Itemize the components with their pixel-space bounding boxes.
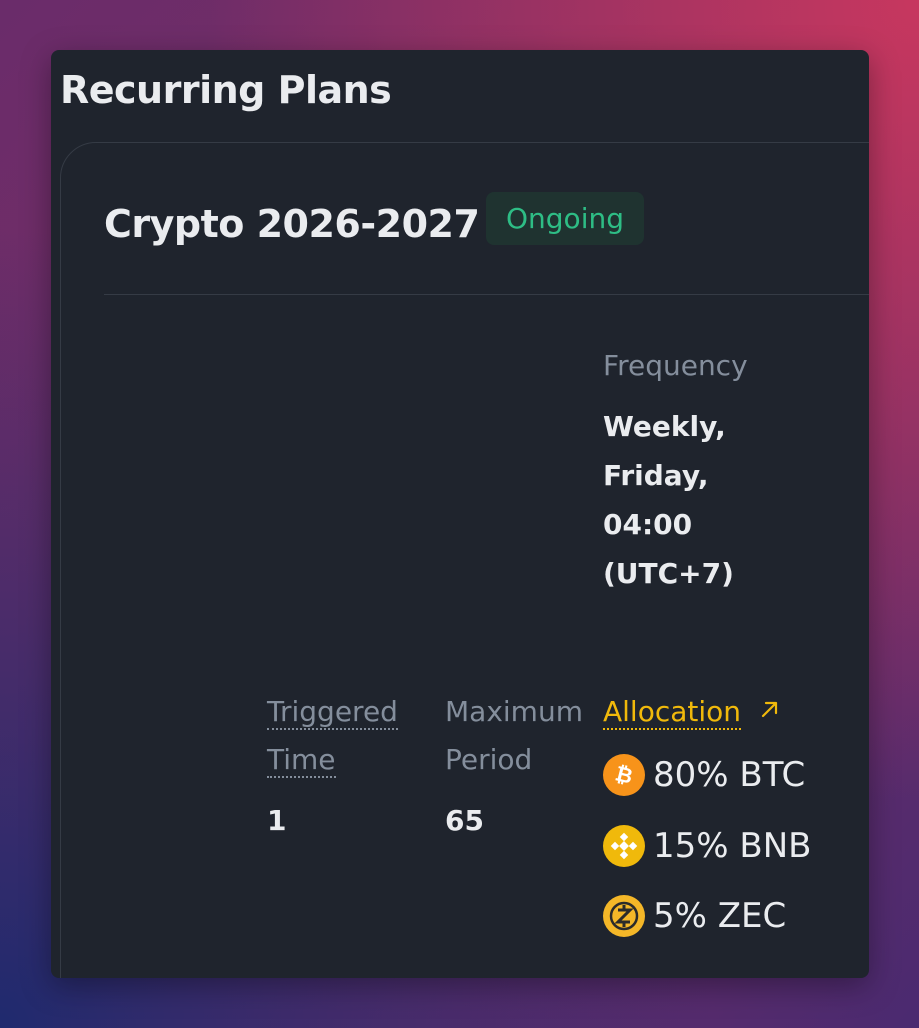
triggered-time-value: 1	[267, 804, 287, 837]
page-title: Recurring Plans	[60, 68, 392, 112]
allocation-item-bnb: 15% BNB	[603, 824, 811, 868]
triggered-time-label[interactable]: Triggered Time	[267, 688, 417, 784]
recurring-plans-window: Recurring Plans Crypto 2026-2027 Ongoing…	[51, 50, 869, 978]
bnb-icon	[603, 825, 645, 867]
arrow-up-right-icon[interactable]	[759, 698, 781, 720]
frequency-label: Frequency	[603, 349, 748, 382]
svg-text:₿: ₿	[613, 762, 635, 788]
allocation-link[interactable]: Allocation	[603, 688, 742, 736]
allocation-label-btc: 80% BTC	[653, 755, 806, 795]
allocation-link-text[interactable]: Allocation	[603, 695, 742, 730]
zcash-icon	[603, 895, 645, 937]
bitcoin-icon: ₿	[603, 754, 645, 796]
frequency-value: Weekly, Friday, 04:00 (UTC+7)	[603, 410, 734, 590]
allocation-label-zec: 5% ZEC	[653, 896, 787, 936]
allocation-item-btc: ₿ 80% BTC	[603, 753, 805, 797]
allocation-label-bnb: 15% BNB	[653, 826, 812, 866]
maximum-period-value: 65	[445, 804, 484, 837]
divider	[104, 294, 869, 295]
status-badge: Ongoing	[486, 192, 644, 245]
triggered-time-label-text[interactable]: Triggered Time	[267, 695, 398, 778]
plan-name: Crypto 2026-2027	[104, 202, 480, 246]
maximum-period-label: Maximum Period	[445, 695, 583, 776]
allocation-item-zec: 5% ZEC	[603, 894, 786, 938]
